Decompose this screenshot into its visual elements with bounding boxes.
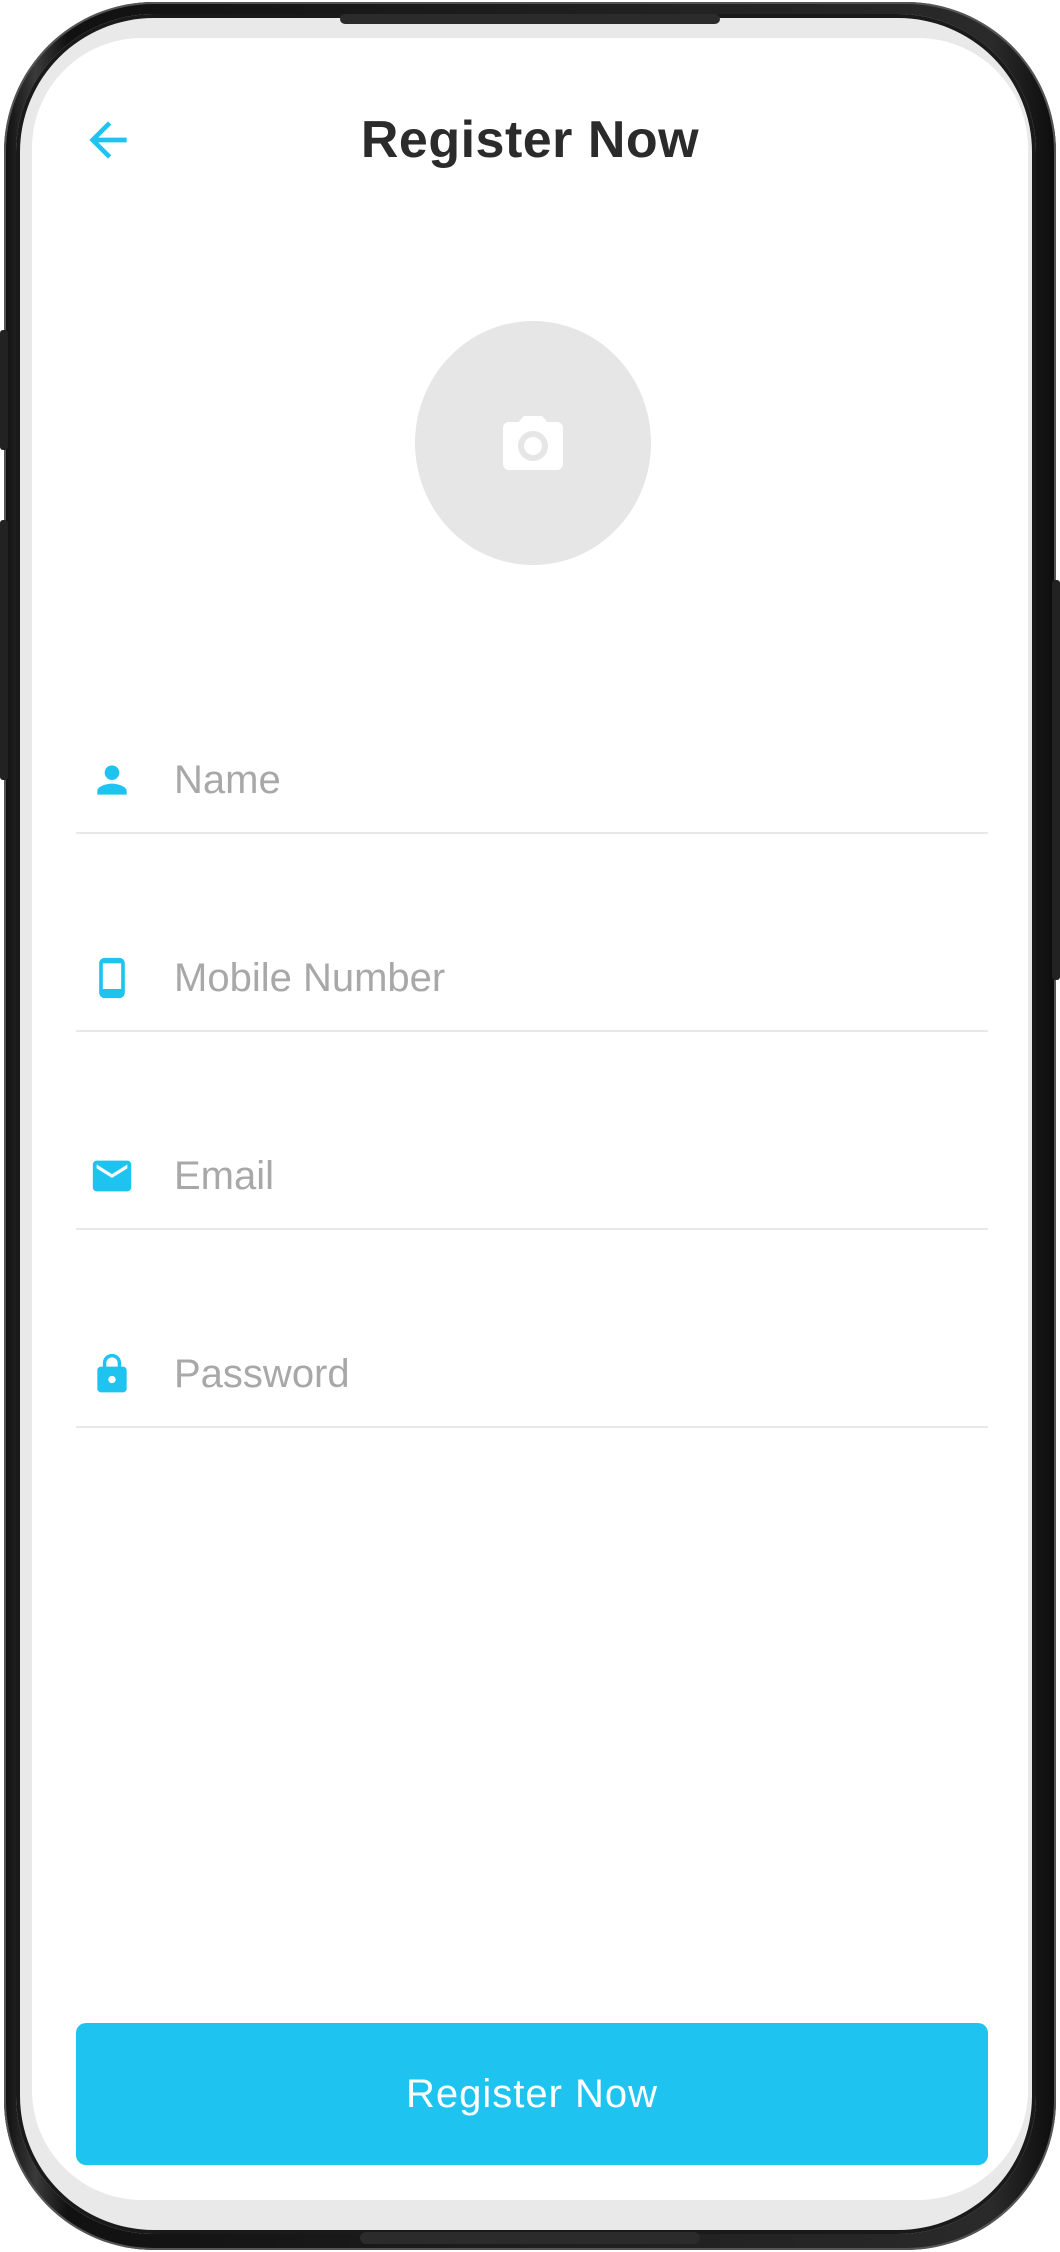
email-field: [76, 1128, 988, 1230]
smartphone-icon: [88, 954, 136, 1002]
side-button-left-lower: [0, 520, 8, 780]
lock-icon: [88, 1350, 136, 1398]
side-button-left: [0, 330, 8, 450]
header: Register Now: [32, 88, 1028, 188]
password-field: [76, 1326, 988, 1428]
side-button-right: [1052, 580, 1060, 980]
top-speaker: [340, 14, 720, 24]
email-input[interactable]: [172, 1140, 976, 1212]
mobile-number-field: [76, 930, 988, 1032]
camera-icon: [503, 416, 563, 470]
mobile-number-input[interactable]: [172, 942, 976, 1014]
profile-photo-picker[interactable]: [415, 321, 651, 565]
app-screen: Register Now Name Mobile Number Email Re…: [32, 38, 1028, 2200]
name-input[interactable]: [172, 744, 976, 816]
register-button[interactable]: Register Now: [76, 2023, 988, 2165]
page-title: Register Now: [360, 111, 700, 169]
password-input[interactable]: [172, 1338, 976, 1410]
name-field: [76, 732, 988, 834]
bottom-port: [360, 2232, 700, 2244]
person-icon: [88, 756, 136, 804]
mail-icon: [88, 1152, 136, 1200]
